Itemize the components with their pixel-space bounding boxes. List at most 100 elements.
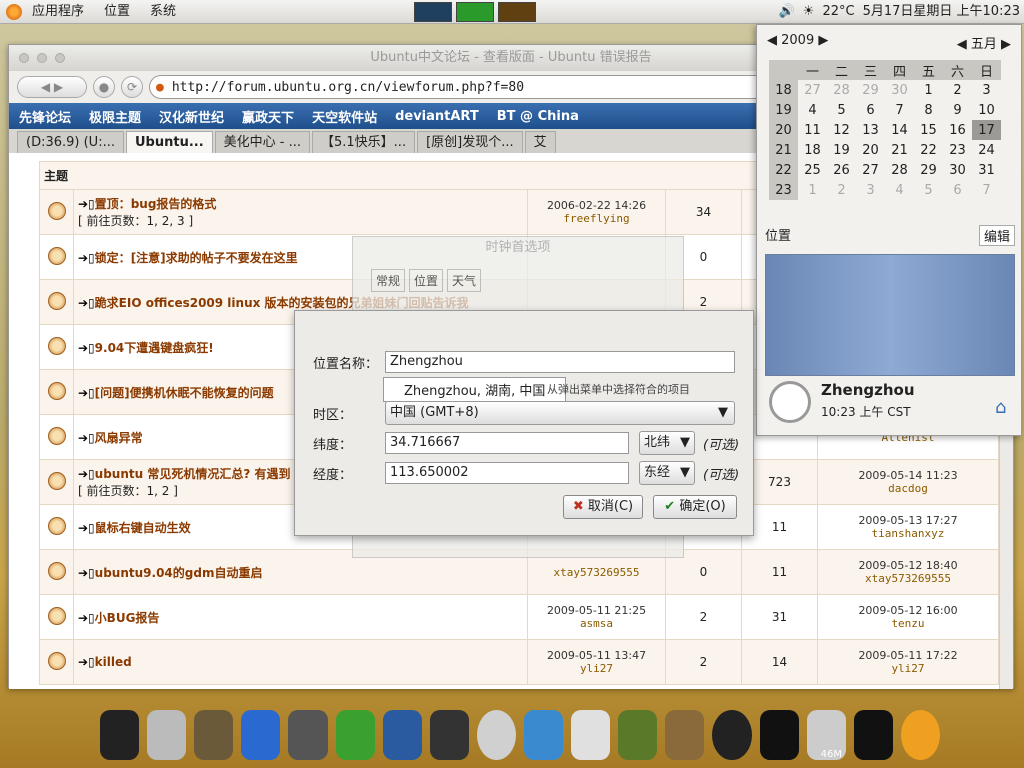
tab-locations[interactable]: 位置 [409,269,444,292]
ok-button[interactable]: ✔ 确定(O) [653,495,737,519]
timezone-select[interactable]: 中国 (GMT+8) ▼ [385,401,735,425]
tux-penguin-icon[interactable] [853,710,893,760]
maximize-window-icon[interactable] [55,53,65,63]
calendar-day[interactable]: 29 [856,80,885,100]
topic-title-cell[interactable]: ➔▯小BUG报告 [73,594,528,640]
minimize-window-icon[interactable] [37,53,47,63]
latitude-direction-select[interactable]: 北纬 ▼ [639,431,695,455]
calendar-day[interactable]: 7 [885,100,914,120]
terminal-icon[interactable] [100,710,140,760]
calendar-day[interactable]: 31 [972,160,1001,180]
menu-applications[interactable]: 应用程序 [22,0,94,24]
tab[interactable]: 【5.1快乐】... [312,131,416,153]
calendar-day[interactable]: 18 [798,140,827,160]
screenshot-icon[interactable] [288,710,328,760]
longitude-direction-select[interactable]: 东经 ▼ [639,461,695,485]
calendar-day[interactable]: 2 [827,180,856,200]
latitude-input[interactable]: 34.716667 [385,432,629,454]
calendar-day[interactable]: 4 [798,100,827,120]
longitude-input[interactable]: 113.650002 [385,462,629,484]
calendar-day[interactable]: 21 [885,140,914,160]
cd-icon[interactable] [476,710,516,760]
music-icon[interactable] [523,710,564,760]
memory-monitor-icon[interactable] [456,2,494,22]
calendar-day[interactable]: 16 [943,120,972,140]
menu-system[interactable]: 系统 [140,0,186,24]
topic-title-cell[interactable]: ➔▯置顶：bug报告的格式 [ 前往页数：1, 2, 3 ] [73,189,528,235]
writer-icon[interactable] [241,710,281,760]
stop-button[interactable]: ● [93,76,115,98]
calendar-day[interactable]: 27 [856,160,885,180]
bookmark-item[interactable]: deviantART [395,109,479,124]
calendar-day[interactable]: 11 [798,120,827,140]
location-name-input[interactable]: Zhengzhou [385,351,735,373]
bookmark-item[interactable]: 极限主题 [89,107,141,126]
calendar-day[interactable]: 23 [943,140,972,160]
tab-active[interactable]: Ubuntu... [125,131,213,153]
calendar-day[interactable]: 28 [827,80,856,100]
calendar-day[interactable]: 1 [798,180,827,200]
home-folder-icon[interactable] [147,710,187,760]
bookmark-item[interactable]: BT @ China [497,109,579,124]
edit-button[interactable]: 编辑 [978,225,1015,246]
window-icon[interactable] [571,710,611,760]
calendar-day[interactable]: 17 [972,120,1001,140]
cpu-monitor-icon[interactable] [414,2,452,22]
calendar-day[interactable]: 14 [885,120,914,140]
network-monitor-icon[interactable] [498,2,536,22]
calendar-day[interactable]: 8 [914,100,943,120]
calendar-day[interactable]: 6 [856,100,885,120]
bookmark-item[interactable]: 先锋论坛 [19,107,71,126]
home-icon[interactable]: ⌂ [995,397,1006,418]
tab-weather[interactable]: 天气 [447,269,482,292]
tab[interactable]: [原创]发现个... [417,131,523,153]
calendar-day[interactable]: 4 [885,180,914,200]
calendar-day[interactable]: 28 [885,160,914,180]
calendar-day[interactable]: 19 [827,140,856,160]
calendar-day[interactable]: 30 [885,80,914,100]
calendar-day[interactable]: 24 [972,140,1001,160]
calendar-day[interactable]: 5 [827,100,856,120]
bookmark-item[interactable]: 天空软件站 [312,107,377,126]
eject-icon[interactable] [712,710,752,760]
calendar-day[interactable]: 6 [943,180,972,200]
calendar-day[interactable]: 1 [914,80,943,100]
calendar-day[interactable]: 20 [856,140,885,160]
trash-icon[interactable]: 46M [806,710,846,760]
calendar-day[interactable]: 29 [914,160,943,180]
topic-row[interactable]: ➔▯killed 2009-05-11 13:47 yli27 2 14 2009… [39,639,999,685]
gnome-foot-icon[interactable] [759,710,799,760]
calendar-day[interactable]: 10 [972,100,1001,120]
topic-row[interactable]: ➔▯小BUG报告 2009-05-11 21:25 asmsa 2 31 2009… [39,594,999,640]
tab-general[interactable]: 常规 [371,269,406,292]
volume-icon[interactable]: 🔊 [779,0,795,24]
calendar-day[interactable]: 12 [827,120,856,140]
tab[interactable]: 艾 [524,131,556,153]
firefox-icon[interactable] [382,710,422,760]
calendar-day[interactable]: 26 [827,160,856,180]
calendar-day[interactable]: 13 [856,120,885,140]
topic-title-cell[interactable]: ➔▯killed [73,639,528,685]
image-viewer-icon[interactable] [618,710,658,760]
mailbox-icon[interactable] [429,710,469,760]
bookmark-item[interactable]: 汉化新世纪 [159,107,224,126]
tab[interactable]: 美化中心 - ... [214,131,310,153]
calendar-day[interactable]: 2 [943,80,972,100]
orb-icon[interactable] [900,710,940,760]
month-selector[interactable]: ◀ 五月 ▶ [957,33,1011,52]
close-window-icon[interactable] [19,53,29,63]
messenger-icon[interactable] [335,710,375,760]
photos-icon[interactable] [665,710,705,760]
calendar-day[interactable]: 7 [972,180,1001,200]
tab[interactable]: (D:36.9) (U:... [17,131,124,153]
calendar-day[interactable]: 30 [943,160,972,180]
clock-datetime[interactable]: 5月17日星期日 上午10:23 [863,0,1020,24]
calendar-day[interactable]: 3 [856,180,885,200]
locations-label[interactable]: 位置 [765,225,791,246]
calendar-day[interactable]: 27 [798,80,827,100]
cancel-button[interactable]: ✖ 取消(C) [563,495,643,519]
calendar-day[interactable]: 3 [972,80,1001,100]
autocomplete-suggestion[interactable]: Zhengzhou, 湖南, 中国 [383,377,567,402]
calendar-day[interactable]: 22 [914,140,943,160]
calendar-day[interactable]: 9 [943,100,972,120]
